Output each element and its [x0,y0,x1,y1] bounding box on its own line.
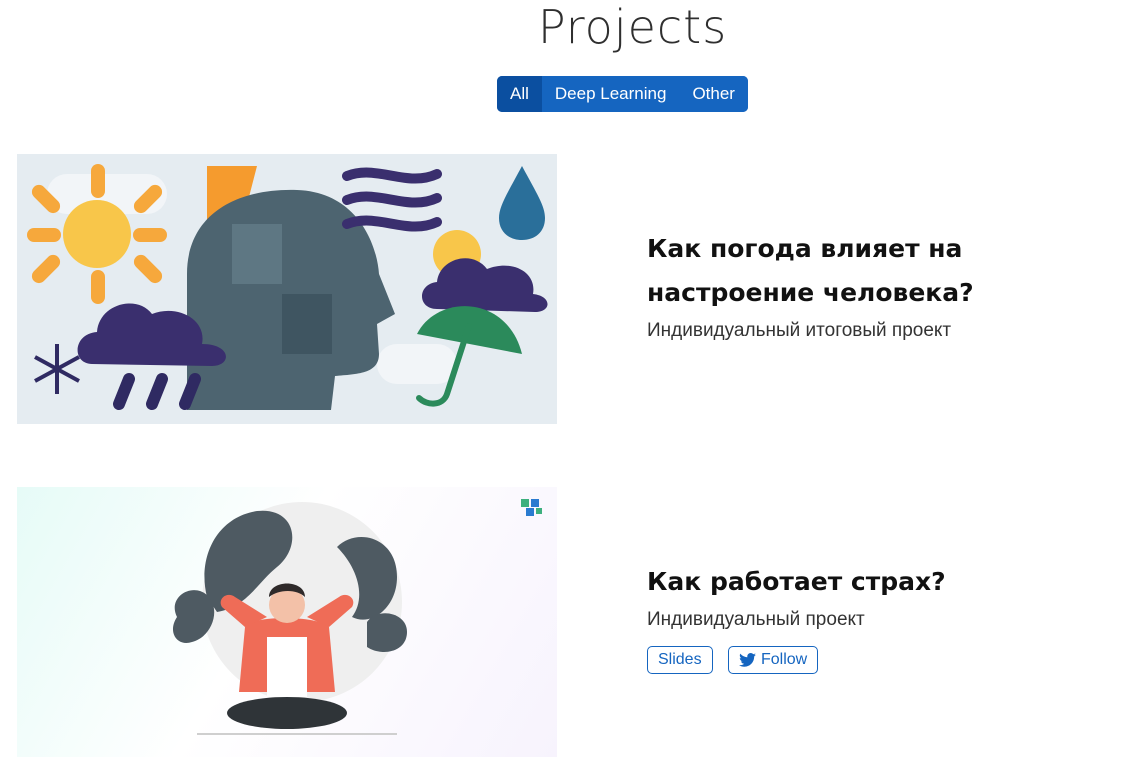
project-title[interactable]: Как погода влияет на настроение человека… [647,227,1137,315]
follow-button[interactable]: Follow [728,646,819,674]
project-subtitle: Индивидуальный итоговый проект [647,320,952,341]
follow-button-label: Follow [761,651,808,668]
page-title: Projects [537,0,728,54]
fear-illustration[interactable] [17,487,557,757]
project-filter-group: All Deep Learning Other [497,76,748,112]
slides-button[interactable]: Slides [647,646,713,674]
filter-deep-learning-button[interactable]: Deep Learning [541,76,680,112]
filter-all-button[interactable]: All [497,76,542,112]
slides-button-label: Slides [658,651,702,668]
weather-mood-illustration[interactable] [17,154,557,424]
site-logo-icon [521,499,542,516]
project-title[interactable]: Как работает страх? [647,560,946,604]
project-subtitle: Индивидуальный проект [647,609,865,630]
filter-other-button[interactable]: Other [679,76,748,112]
twitter-icon [739,653,756,667]
